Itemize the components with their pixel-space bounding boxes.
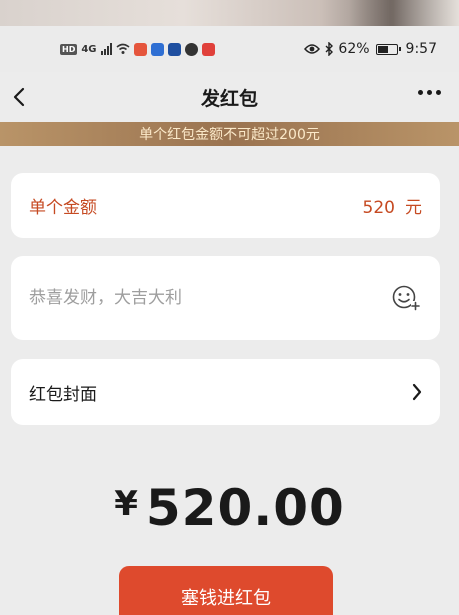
app-notification-icon-dark: [184, 42, 198, 56]
status-bar: HD 4G 62% 9:57: [0, 26, 459, 72]
status-right: 62% 9:57: [304, 41, 437, 57]
status-left: HD 4G: [60, 42, 215, 56]
network-type: 4G: [81, 43, 97, 55]
app-notification-icon-blue: [150, 42, 164, 56]
more-dot: [427, 90, 432, 95]
more-dot: [436, 90, 441, 95]
amount-label: 单个金额: [29, 198, 97, 218]
cover-label: 红包封面: [29, 384, 97, 405]
app-notification-icon-red: [133, 42, 147, 56]
battery-percent: 62%: [338, 41, 370, 57]
chevron-right-icon: [412, 383, 422, 401]
bluetooth-icon: [325, 42, 334, 56]
signal-icon: [100, 43, 112, 55]
battery-fill: [377, 45, 389, 53]
total-value: 520.00: [145, 479, 345, 537]
amount-field[interactable]: 520 元: [363, 193, 422, 218]
limit-notice: 单个红包金额不可超过200元: [0, 122, 459, 146]
app-notification-icon-red-2: [201, 42, 215, 56]
greeting-input[interactable]: [29, 288, 349, 308]
amount-unit: 元: [405, 198, 422, 218]
nav-bar: 发红包: [0, 72, 459, 122]
back-button[interactable]: [8, 84, 30, 110]
page-title: 发红包: [200, 87, 258, 110]
chevron-left-icon: [13, 87, 25, 107]
cover-card[interactable]: 红包封面: [11, 359, 440, 425]
greeting-card: [11, 256, 440, 340]
app-notification-icon-navy: [167, 42, 181, 56]
emoji-button[interactable]: [390, 282, 422, 314]
eye-icon: [304, 44, 321, 54]
hd-badge: HD: [60, 43, 78, 55]
amount-value[interactable]: 520: [363, 198, 395, 218]
wallpaper-strip: [0, 0, 459, 26]
send-red-packet-button[interactable]: 塞钱进红包: [119, 566, 333, 615]
clock: 9:57: [405, 41, 437, 57]
battery-icon: [375, 43, 401, 55]
more-dot: [418, 90, 423, 95]
wallpaper-shade: [349, 0, 459, 26]
emoji-add-icon: [392, 285, 420, 311]
more-button[interactable]: [418, 90, 441, 95]
total-amount: ¥ 520.00: [0, 468, 459, 548]
currency-symbol: ¥: [114, 484, 138, 524]
wifi-icon: [116, 43, 130, 54]
amount-card[interactable]: 单个金额 520 元: [11, 173, 440, 238]
limit-notice-text: 单个红包金额不可超过200元: [139, 127, 320, 143]
